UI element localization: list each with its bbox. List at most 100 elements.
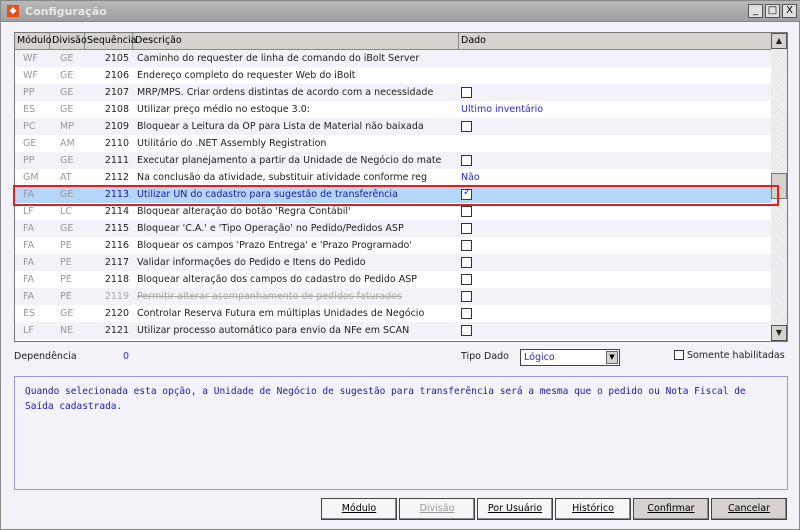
cell-descricao: Bloquear 'C.A.' e 'Tipo Operação' no Ped… (137, 223, 404, 234)
table-row[interactable]: GE AM 2110 Utilitário do .NET Assembly R… (15, 135, 773, 152)
col-modulo[interactable]: Módulo (15, 33, 52, 50)
dado-checkbox[interactable] (461, 257, 472, 268)
selected-row-highlight (13, 185, 779, 206)
cell-sequencia: 2119 (104, 291, 129, 302)
cell-sequencia: 2115 (104, 223, 129, 234)
cell-sequencia: 2106 (104, 70, 129, 81)
dado-checkbox[interactable] (461, 325, 472, 336)
cell-modulo: FA (23, 240, 35, 251)
tipo-dado-label: Tipo Dado (461, 351, 509, 362)
table-row[interactable]: WF GE 2106 Endereço completo do requeste… (15, 67, 773, 84)
scroll-down-button[interactable]: ▼ (771, 325, 787, 341)
cell-descricao: Na conclusão da atividade, substituir at… (137, 172, 428, 183)
cell-divisao: GE (60, 70, 74, 81)
cell-sequencia: 2120 (104, 308, 129, 319)
cell-divisao: AM (60, 138, 75, 149)
cell-divisao: GE (60, 223, 74, 234)
table-row[interactable]: ES GE 2120 Controlar Reserva Futura em m… (15, 305, 773, 322)
table-row[interactable]: PP GE 2107 MRP/MPS. Criar ordens distint… (15, 84, 773, 101)
close-button[interactable]: X (782, 4, 797, 18)
scroll-up-button[interactable]: ▲ (771, 33, 787, 49)
col-dado[interactable]: Dado (459, 33, 773, 50)
dado-checkbox[interactable] (461, 121, 472, 132)
cell-descricao: Permitir alterar acompanhamento de pedid… (137, 291, 403, 302)
dado-checkbox[interactable] (461, 206, 472, 217)
cell-modulo: PP (23, 87, 35, 98)
cell-modulo: GE (23, 138, 37, 149)
dado-checkbox[interactable] (461, 308, 472, 319)
table-row[interactable]: FA GE 2115 Bloquear 'C.A.' e 'Tipo Opera… (15, 220, 773, 237)
col-descricao[interactable]: Descrição (133, 33, 459, 50)
dado-checkbox[interactable] (461, 87, 472, 98)
table-row[interactable]: FA PE 2119 Permitir alterar acompanhamen… (15, 288, 773, 305)
cell-descricao: Caminho do requester de linha de comando… (137, 53, 420, 64)
cell-dado[interactable]: Não (461, 169, 480, 186)
table-row[interactable]: LF NE 2121 Utilizar processo automático … (15, 322, 773, 339)
chevron-down-icon[interactable]: ▼ (606, 351, 618, 364)
minimize-button[interactable]: _ (748, 4, 763, 18)
col-divisao[interactable]: Divisão (50, 33, 87, 50)
table-row[interactable]: PP GE 2111 Executar planejamento a parti… (15, 152, 773, 169)
modulo-button[interactable]: Módulo (321, 498, 397, 520)
cell-descricao: Executar planejamento a partir da Unidad… (137, 155, 442, 166)
cell-descricao: Bloquear alteração dos campos do cadastr… (137, 274, 418, 285)
cell-modulo: FA (23, 223, 35, 234)
cell-modulo: WF (23, 53, 38, 64)
cell-sequencia: 2112 (104, 172, 129, 183)
cell-sequencia: 2108 (104, 104, 129, 115)
cell-dado[interactable]: Ultimo inventário (461, 101, 543, 118)
cell-modulo: ES (23, 104, 36, 115)
cell-descricao: MRP/MPS. Criar ordens distintas de acord… (137, 87, 434, 98)
cell-modulo: FA (23, 274, 35, 285)
cell-divisao: NE (60, 325, 74, 336)
table-row[interactable]: GM AT 2112 Na conclusão da atividade, su… (15, 169, 773, 186)
cell-divisao: AT (60, 172, 72, 183)
table-row[interactable]: PC MP 2109 Bloquear a Leitura da OP para… (15, 118, 773, 135)
cell-divisao: PE (60, 274, 72, 285)
cell-sequencia: 2116 (104, 240, 129, 251)
historico-button[interactable]: Histórico (555, 498, 631, 520)
cell-sequencia: 2110 (104, 138, 129, 149)
app-icon: ◆ (7, 5, 19, 17)
dependencia-value: 0 (123, 351, 130, 362)
cell-modulo: LF (23, 325, 34, 336)
por-usuario-button[interactable]: Por Usuário (477, 498, 553, 520)
cancelar-button[interactable]: Cancelar (711, 498, 787, 520)
cell-divisao: GE (60, 155, 74, 166)
maximize-button[interactable]: □ (765, 4, 780, 18)
cell-modulo: FA (23, 291, 35, 302)
tipo-dado-value: Lógico (524, 352, 555, 363)
col-sequencia[interactable]: Sequência (85, 33, 136, 50)
cell-modulo: PC (23, 121, 36, 132)
somente-habilitadas-label[interactable]: Somente habilitadas (687, 350, 785, 361)
table-row[interactable]: ES GE 2108 Utilizar preço médio no estoq… (15, 101, 773, 118)
table-row[interactable]: FA PE 2117 Validar informações do Pedido… (15, 254, 773, 271)
cell-modulo: FA (23, 257, 35, 268)
dependencia-label: Dependência (14, 351, 77, 362)
tipo-dado-select[interactable]: Lógico ▼ (520, 349, 620, 366)
cell-sequencia: 2111 (104, 155, 129, 166)
somente-habilitadas-checkbox[interactable] (674, 350, 684, 360)
cell-sequencia: 2117 (104, 257, 129, 268)
table-row[interactable]: FA PE 2118 Bloquear alteração dos campos… (15, 271, 773, 288)
cell-divisao: GE (60, 308, 74, 319)
cell-descricao: Utilizar preço médio no estoque 3.0: (137, 104, 310, 115)
cell-sequencia: 2109 (104, 121, 129, 132)
description-box: Quando selecionada esta opção, a Unidade… (14, 376, 788, 490)
dado-checkbox[interactable] (461, 223, 472, 234)
grid-header: Módulo Divisão Sequência Descrição Dado (15, 33, 773, 50)
cell-divisao: GE (60, 87, 74, 98)
confirmar-button[interactable]: Confirmar (633, 498, 709, 520)
cell-descricao: Validar informações do Pedido e Itens do… (137, 257, 366, 268)
dado-checkbox[interactable] (461, 291, 472, 302)
dado-checkbox[interactable] (461, 274, 472, 285)
cell-descricao: Endereço completo do requester Web do iB… (137, 70, 356, 81)
cell-modulo: WF (23, 70, 38, 81)
dado-checkbox[interactable] (461, 155, 472, 166)
divisao-button[interactable]: Divisão (399, 498, 475, 520)
table-row[interactable]: WF GE 2105 Caminho do requester de linha… (15, 50, 773, 67)
dado-checkbox[interactable] (461, 240, 472, 251)
table-row[interactable]: FA PE 2116 Bloquear os campos 'Prazo Ent… (15, 237, 773, 254)
title-bar: ◆ Configuração _ □ X (1, 1, 800, 22)
cell-modulo: PP (23, 155, 35, 166)
